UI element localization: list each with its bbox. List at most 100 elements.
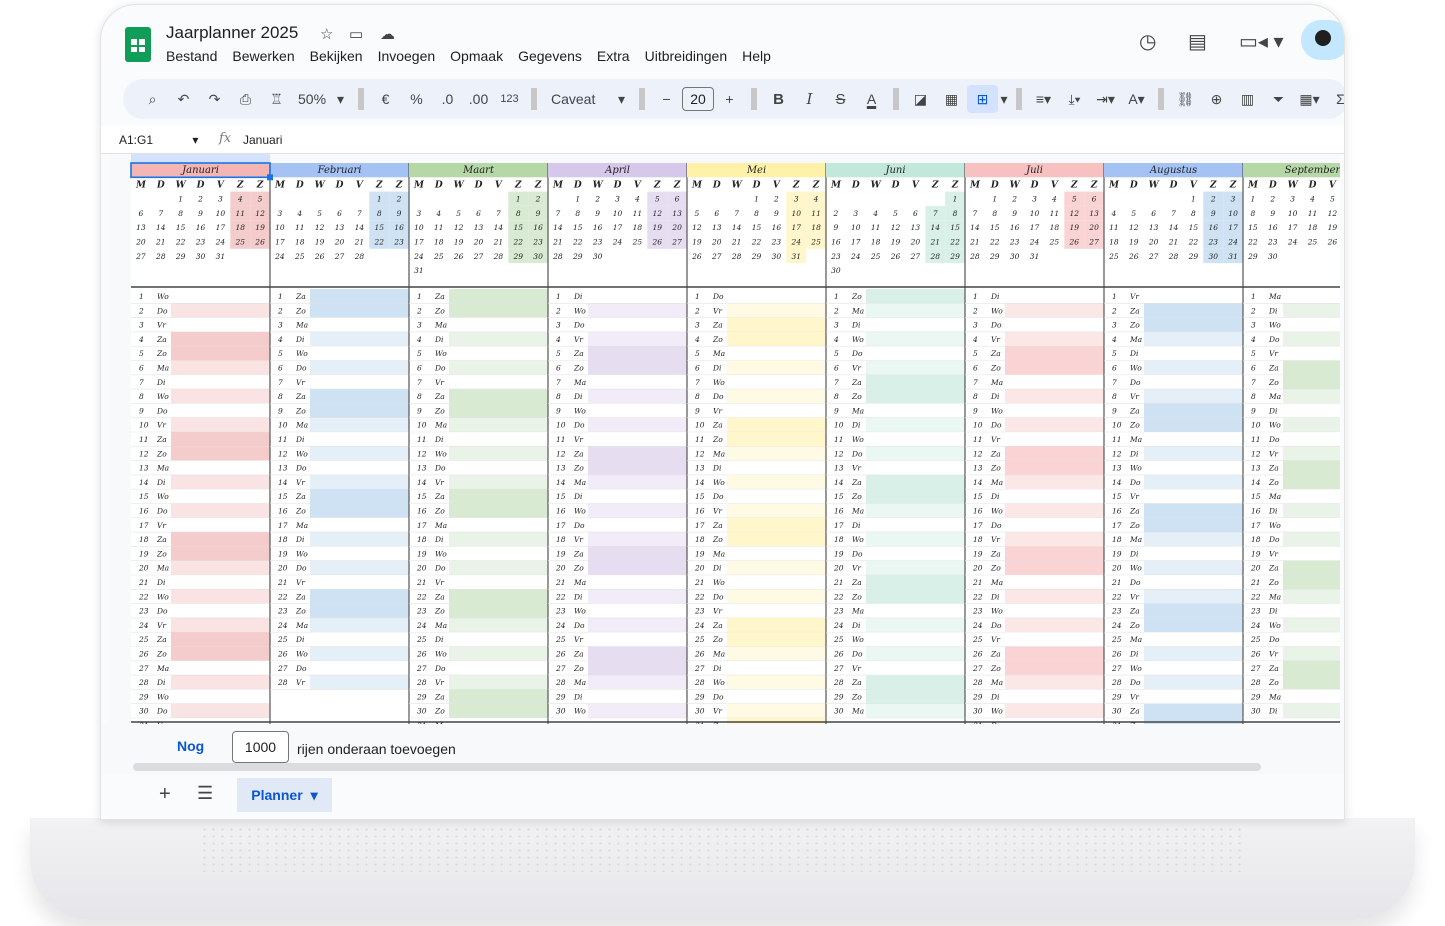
menu-uitbreidingen[interactable]: Uitbreidingen [645,48,728,64]
version-history-icon[interactable]: ◷ [1139,29,1156,54]
menu-help[interactable]: Help [742,48,771,64]
day-row-fill [449,489,548,504]
print-icon[interactable]: ⎙ [230,85,261,113]
menu-bekijken[interactable]: Bekijken [310,48,363,64]
day-number: 6 [973,364,978,373]
share-button[interactable] [1301,20,1344,60]
italic-button[interactable]: I [794,85,825,113]
day-row-fill [866,360,965,375]
add-rows-button[interactable]: Nog [177,738,204,754]
bold-button[interactable]: B [763,85,794,113]
calendar-day: 3 [853,209,858,218]
day-number: 29 [833,692,844,701]
menu-gegevens[interactable]: Gegevens [518,48,582,64]
day-number: 6 [139,364,144,373]
percent-format-button[interactable]: % [401,85,432,113]
menu-opmaak[interactable]: Opmaak [450,48,503,64]
sheet-tab-planner[interactable]: Planner ▾ [237,778,332,812]
day-name: Do [712,292,724,301]
calendar-day: 20 [910,238,921,247]
insert-link-icon[interactable]: ⛓ [1170,85,1201,113]
add-sheet-icon[interactable]: + [159,783,171,806]
rows-count-input[interactable]: 1000 [232,731,289,763]
document-title[interactable]: Jaarplanner 2025 [166,23,298,43]
day-name: Wo [1269,321,1281,330]
font-size-input[interactable]: 20 [682,87,714,111]
zoom-select[interactable]: 50% ▾ [292,85,352,113]
day-row-fill [588,389,687,404]
day-row-fill [588,575,687,590]
paint-format-icon[interactable]: ♖ [261,85,292,113]
spreadsheet-grid[interactable]: Januari M D W D V Z Z 1 2 3 4 5 6 7 8 9 10 11 12 13 14 15 16 17 1… [109,154,1340,724]
day-row-fill [727,317,826,332]
functions-button[interactable]: Σ [1325,85,1344,113]
filter-views-icon[interactable]: ▦▾ [1294,85,1325,113]
insert-chart-icon[interactable]: ▥ [1232,85,1263,113]
sheets-logo[interactable] [125,27,151,62]
strikethrough-button[interactable]: S [825,85,856,113]
day-row-fill [588,432,687,447]
name-box[interactable]: A1:G1 ▾ [119,133,198,147]
day-number: 24 [277,621,288,630]
star-icon[interactable]: ☆ [320,25,333,43]
calendar-day: 22 [1188,238,1199,247]
horizontal-align-icon[interactable]: ≡▾ [1028,85,1059,113]
day-name: Do [573,421,585,430]
vertical-align-icon[interactable]: ⤓▾ [1059,85,1090,113]
day-name: Za [434,492,445,501]
all-sheets-icon[interactable]: ☰ [197,783,213,804]
text-wrap-icon[interactable]: ⇥▾ [1090,85,1121,113]
day-row-fill [449,632,548,647]
number-format-button[interactable]: 123 [494,85,525,113]
font-size-increase-button[interactable]: + [714,85,745,113]
horizontal-scrollbar[interactable] [133,763,1261,771]
weekday-label: W [732,180,743,190]
search-icon[interactable]: ⌕ [137,85,168,113]
day-name: Wo [157,692,169,701]
calendar-day: 25 [1307,238,1318,247]
redo-icon[interactable]: ↷ [199,85,230,113]
text-rotation-button[interactable]: A ▾ [1121,85,1152,113]
formula-input[interactable]: Januari [243,133,282,147]
day-number: 14 [834,478,844,487]
font-select[interactable]: Caveat ▾ [543,85,633,113]
font-size-decrease-button[interactable]: − [651,85,682,113]
move-folder-icon[interactable]: ▭ [349,25,363,43]
menu-bewerken[interactable]: Bewerken [232,48,294,64]
undo-icon[interactable]: ↶ [168,85,199,113]
text-color-button[interactable]: A [856,85,887,113]
day-row-fill [310,389,409,404]
chevron-down-icon[interactable]: ▾ [998,85,1010,113]
cloud-status-icon[interactable]: ☁ [380,25,395,43]
day-row-fill [866,589,965,604]
meet-video-icon[interactable]: ▭◂ ▾ [1239,29,1284,54]
menu-invoegen[interactable]: Invoegen [378,48,436,64]
insert-comment-icon[interactable]: ⊕ [1201,85,1232,113]
calendar-day: 4 [1051,195,1057,204]
calendar-day: 27 [334,252,345,261]
day-row-fill [866,460,965,475]
menu-bestand[interactable]: Bestand [166,48,217,64]
decrease-decimals-button[interactable]: .0 [432,85,463,113]
filter-icon[interactable]: ⏷ [1263,85,1294,113]
day-name: Zo [295,306,306,315]
day-row-fill [1144,460,1243,475]
day-name: Zo [434,707,445,716]
increase-decimals-button[interactable]: .00 [463,85,494,113]
day-row-fill [588,646,687,661]
fill-color-icon[interactable]: ◪ [905,85,936,113]
currency-format-button[interactable]: € [370,85,401,113]
day-name: Do [851,449,863,458]
calendar-day: 30 [1208,252,1218,261]
day-row-fill [449,432,548,447]
calendar-day: 14 [553,223,563,232]
day-name: Za [1129,306,1140,315]
borders-icon[interactable]: ▦ [936,85,967,113]
day-name: Di [1268,607,1278,616]
calendar-day: 11 [1050,209,1060,218]
menu-extra[interactable]: Extra [597,48,630,64]
calendar-day: 2 [773,195,779,204]
day-row-fill [1283,460,1340,475]
comments-icon[interactable]: ▤ [1188,29,1207,54]
merge-cells-icon[interactable]: ⊞ [967,85,998,113]
